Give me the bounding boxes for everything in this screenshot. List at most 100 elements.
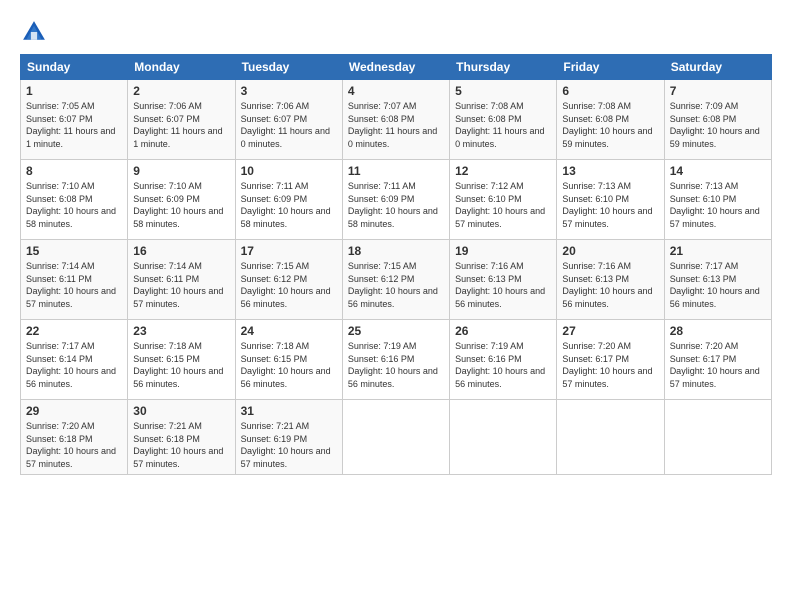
daylight-label: Daylight: 10 hours and 57 minutes. <box>455 206 545 229</box>
sunset-label: Sunset: 6:12 PM <box>241 274 308 284</box>
sunset-label: Sunset: 6:15 PM <box>133 354 200 364</box>
daylight-label: Daylight: 10 hours and 58 minutes. <box>26 206 116 229</box>
daylight-label: Daylight: 10 hours and 57 minutes. <box>562 366 652 389</box>
daylight-label: Daylight: 10 hours and 56 minutes. <box>670 286 760 309</box>
logo <box>20 18 52 46</box>
calendar-cell: 13 Sunrise: 7:13 AM Sunset: 6:10 PM Dayl… <box>557 160 664 240</box>
daylight-label: Daylight: 10 hours and 57 minutes. <box>133 446 223 469</box>
sunset-label: Sunset: 6:10 PM <box>670 194 737 204</box>
sunset-label: Sunset: 6:09 PM <box>133 194 200 204</box>
calendar-cell: 25 Sunrise: 7:19 AM Sunset: 6:16 PM Dayl… <box>342 320 449 400</box>
calendar-cell: 12 Sunrise: 7:12 AM Sunset: 6:10 PM Dayl… <box>450 160 557 240</box>
calendar-cell: 18 Sunrise: 7:15 AM Sunset: 6:12 PM Dayl… <box>342 240 449 320</box>
daylight-label: Daylight: 10 hours and 56 minutes. <box>241 286 331 309</box>
calendar-cell: 3 Sunrise: 7:06 AM Sunset: 6:07 PM Dayli… <box>235 80 342 160</box>
day-number: 22 <box>26 324 122 338</box>
daylight-label: Daylight: 10 hours and 58 minutes. <box>241 206 331 229</box>
cell-content: Sunrise: 7:20 AM Sunset: 6:17 PM Dayligh… <box>670 340 766 390</box>
cell-content: Sunrise: 7:18 AM Sunset: 6:15 PM Dayligh… <box>133 340 229 390</box>
cell-content: Sunrise: 7:20 AM Sunset: 6:17 PM Dayligh… <box>562 340 658 390</box>
sunset-label: Sunset: 6:11 PM <box>133 274 199 284</box>
calendar-cell: 30 Sunrise: 7:21 AM Sunset: 6:18 PM Dayl… <box>128 400 235 475</box>
calendar-cell: 20 Sunrise: 7:16 AM Sunset: 6:13 PM Dayl… <box>557 240 664 320</box>
cell-content: Sunrise: 7:13 AM Sunset: 6:10 PM Dayligh… <box>562 180 658 230</box>
cell-content: Sunrise: 7:07 AM Sunset: 6:08 PM Dayligh… <box>348 100 444 150</box>
calendar-cell: 21 Sunrise: 7:17 AM Sunset: 6:13 PM Dayl… <box>664 240 771 320</box>
cell-content: Sunrise: 7:15 AM Sunset: 6:12 PM Dayligh… <box>348 260 444 310</box>
day-number: 3 <box>241 84 337 98</box>
cell-content: Sunrise: 7:16 AM Sunset: 6:13 PM Dayligh… <box>455 260 551 310</box>
week-row-3: 15 Sunrise: 7:14 AM Sunset: 6:11 PM Dayl… <box>21 240 772 320</box>
col-header-saturday: Saturday <box>664 55 771 80</box>
sunset-label: Sunset: 6:17 PM <box>562 354 629 364</box>
sunset-label: Sunset: 6:14 PM <box>26 354 93 364</box>
sunset-label: Sunset: 6:08 PM <box>455 114 522 124</box>
calendar-cell: 7 Sunrise: 7:09 AM Sunset: 6:08 PM Dayli… <box>664 80 771 160</box>
cell-content: Sunrise: 7:21 AM Sunset: 6:18 PM Dayligh… <box>133 420 229 470</box>
sunrise-label: Sunrise: 7:18 AM <box>133 341 202 351</box>
daylight-label: Daylight: 10 hours and 56 minutes. <box>241 366 331 389</box>
daylight-label: Daylight: 10 hours and 58 minutes. <box>348 206 438 229</box>
sunrise-label: Sunrise: 7:11 AM <box>348 181 416 191</box>
daylight-label: Daylight: 10 hours and 59 minutes. <box>670 126 760 149</box>
calendar-cell: 10 Sunrise: 7:11 AM Sunset: 6:09 PM Dayl… <box>235 160 342 240</box>
day-number: 5 <box>455 84 551 98</box>
sunrise-label: Sunrise: 7:09 AM <box>670 101 739 111</box>
cell-content: Sunrise: 7:11 AM Sunset: 6:09 PM Dayligh… <box>348 180 444 230</box>
logo-icon <box>20 18 48 46</box>
cell-content: Sunrise: 7:09 AM Sunset: 6:08 PM Dayligh… <box>670 100 766 150</box>
cell-content: Sunrise: 7:05 AM Sunset: 6:07 PM Dayligh… <box>26 100 122 150</box>
daylight-label: Daylight: 11 hours and 1 minute. <box>26 126 115 149</box>
sunrise-label: Sunrise: 7:10 AM <box>133 181 202 191</box>
col-header-friday: Friday <box>557 55 664 80</box>
cell-content: Sunrise: 7:20 AM Sunset: 6:18 PM Dayligh… <box>26 420 122 470</box>
calendar-cell: 5 Sunrise: 7:08 AM Sunset: 6:08 PM Dayli… <box>450 80 557 160</box>
calendar-cell: 17 Sunrise: 7:15 AM Sunset: 6:12 PM Dayl… <box>235 240 342 320</box>
calendar-cell: 27 Sunrise: 7:20 AM Sunset: 6:17 PM Dayl… <box>557 320 664 400</box>
cell-content: Sunrise: 7:18 AM Sunset: 6:15 PM Dayligh… <box>241 340 337 390</box>
cell-content: Sunrise: 7:19 AM Sunset: 6:16 PM Dayligh… <box>455 340 551 390</box>
daylight-label: Daylight: 11 hours and 0 minutes. <box>455 126 544 149</box>
cell-content: Sunrise: 7:19 AM Sunset: 6:16 PM Dayligh… <box>348 340 444 390</box>
sunrise-label: Sunrise: 7:10 AM <box>26 181 95 191</box>
sunrise-label: Sunrise: 7:20 AM <box>562 341 631 351</box>
cell-content: Sunrise: 7:06 AM Sunset: 6:07 PM Dayligh… <box>241 100 337 150</box>
daylight-label: Daylight: 10 hours and 56 minutes. <box>455 286 545 309</box>
sunset-label: Sunset: 6:18 PM <box>133 434 200 444</box>
sunset-label: Sunset: 6:13 PM <box>455 274 522 284</box>
col-header-tuesday: Tuesday <box>235 55 342 80</box>
day-number: 15 <box>26 244 122 258</box>
cell-content: Sunrise: 7:17 AM Sunset: 6:14 PM Dayligh… <box>26 340 122 390</box>
daylight-label: Daylight: 10 hours and 57 minutes. <box>241 446 331 469</box>
sunset-label: Sunset: 6:07 PM <box>241 114 308 124</box>
week-row-1: 1 Sunrise: 7:05 AM Sunset: 6:07 PM Dayli… <box>21 80 772 160</box>
sunrise-label: Sunrise: 7:16 AM <box>455 261 524 271</box>
sunset-label: Sunset: 6:07 PM <box>26 114 93 124</box>
day-number: 25 <box>348 324 444 338</box>
day-number: 30 <box>133 404 229 418</box>
calendar-cell: 16 Sunrise: 7:14 AM Sunset: 6:11 PM Dayl… <box>128 240 235 320</box>
sunrise-label: Sunrise: 7:16 AM <box>562 261 631 271</box>
sunrise-label: Sunrise: 7:15 AM <box>241 261 310 271</box>
calendar-cell: 9 Sunrise: 7:10 AM Sunset: 6:09 PM Dayli… <box>128 160 235 240</box>
sunrise-label: Sunrise: 7:18 AM <box>241 341 310 351</box>
sunset-label: Sunset: 6:08 PM <box>26 194 93 204</box>
day-number: 13 <box>562 164 658 178</box>
sunrise-label: Sunrise: 7:19 AM <box>348 341 417 351</box>
sunset-label: Sunset: 6:11 PM <box>26 274 92 284</box>
sunset-label: Sunset: 6:12 PM <box>348 274 415 284</box>
daylight-label: Daylight: 10 hours and 57 minutes. <box>26 446 116 469</box>
sunset-label: Sunset: 6:08 PM <box>670 114 737 124</box>
sunrise-label: Sunrise: 7:05 AM <box>26 101 95 111</box>
col-header-sunday: Sunday <box>21 55 128 80</box>
calendar-cell: 2 Sunrise: 7:06 AM Sunset: 6:07 PM Dayli… <box>128 80 235 160</box>
daylight-label: Daylight: 10 hours and 57 minutes. <box>133 286 223 309</box>
day-number: 17 <box>241 244 337 258</box>
sunrise-label: Sunrise: 7:15 AM <box>348 261 417 271</box>
page: SundayMondayTuesdayWednesdayThursdayFrid… <box>0 0 792 612</box>
calendar-cell: 6 Sunrise: 7:08 AM Sunset: 6:08 PM Dayli… <box>557 80 664 160</box>
day-number: 4 <box>348 84 444 98</box>
calendar-cell: 26 Sunrise: 7:19 AM Sunset: 6:16 PM Dayl… <box>450 320 557 400</box>
day-number: 29 <box>26 404 122 418</box>
daylight-label: Daylight: 10 hours and 57 minutes. <box>670 206 760 229</box>
